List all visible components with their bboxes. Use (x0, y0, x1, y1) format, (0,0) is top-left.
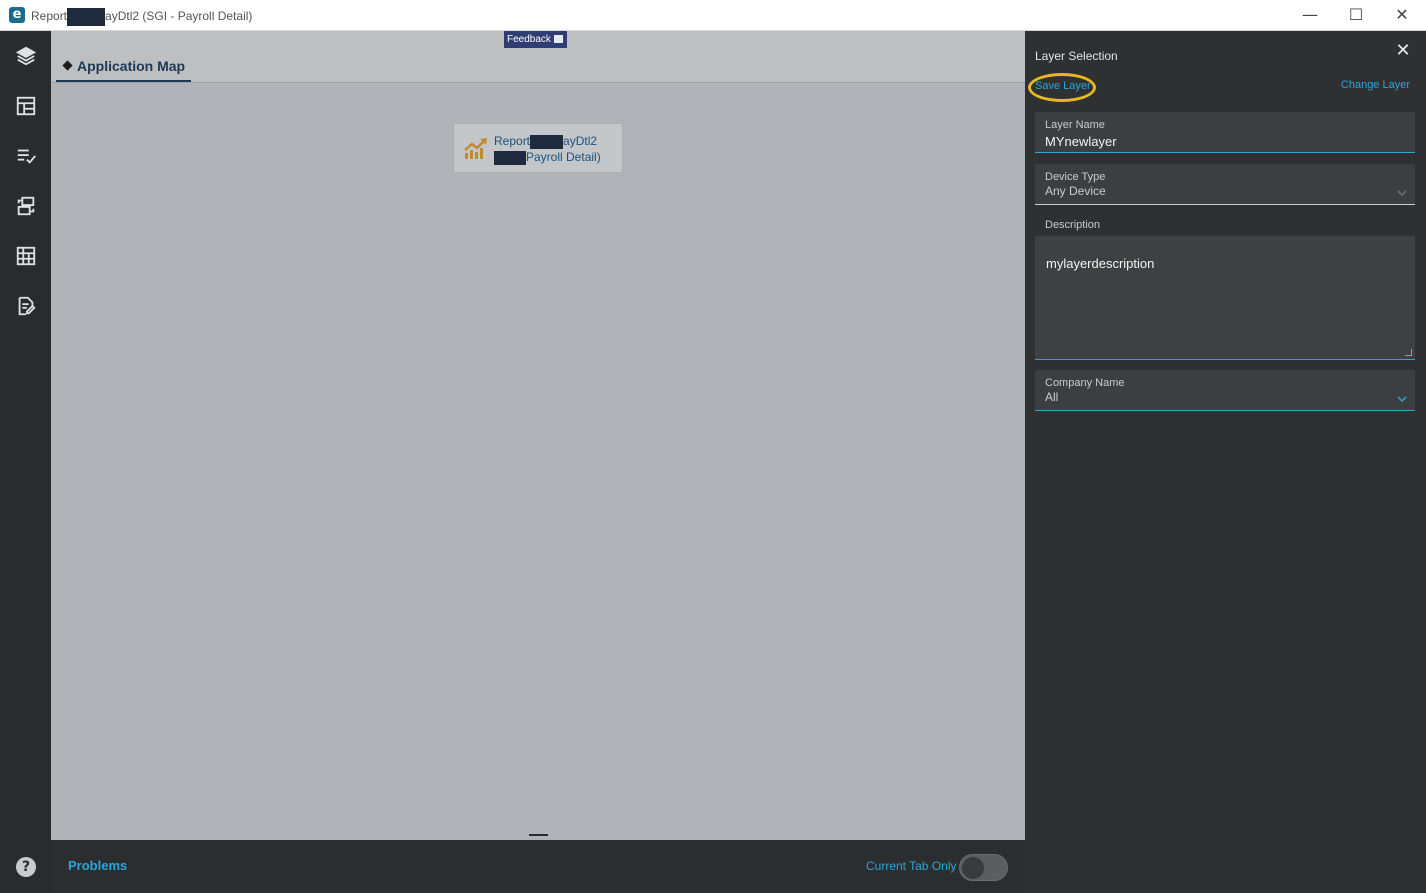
transfer-icon[interactable] (13, 193, 39, 219)
description-textarea[interactable]: mylayerdescription (1035, 236, 1415, 360)
left-nav-rail: ? (0, 31, 51, 893)
app-logo-icon: e (9, 7, 25, 23)
device-type-select[interactable]: Device Type Any Device (1035, 164, 1415, 205)
close-panel-icon[interactable]: ✕ (1393, 41, 1413, 61)
save-layer-button[interactable]: Save Layer (1035, 80, 1091, 92)
panel-title: Layer Selection (1035, 49, 1118, 63)
edit-document-icon[interactable] (13, 293, 39, 319)
layout-icon[interactable] (13, 93, 39, 119)
toggle-knob (962, 857, 984, 879)
feedback-button[interactable]: Feedback (504, 31, 567, 48)
change-layer-button[interactable]: Change Layer (1341, 79, 1410, 91)
resize-handle[interactable] (529, 834, 548, 836)
trend-up-icon (464, 138, 487, 159)
close-window-button[interactable]: ✕ (1379, 0, 1425, 30)
application-map-canvas: Feedback Application Map Report ayDtl2 Pa… (51, 31, 1025, 840)
layer-name-field[interactable]: Layer Name MYnewlayer (1035, 112, 1415, 153)
tab-strip: Feedback Application Map (51, 31, 1025, 83)
tab-application-map[interactable]: Application Map (56, 56, 192, 82)
window-title: Report ayDtl2 (SGI - Payroll Detail) (31, 8, 252, 26)
window-titlebar: e Report ayDtl2 (SGI - Payroll Detail) — … (0, 0, 1426, 31)
layer-name-label: Layer Name (1045, 119, 1105, 131)
device-type-label: Device Type (1045, 171, 1106, 183)
resize-grip-icon[interactable] (1405, 349, 1412, 356)
layers-icon (62, 60, 73, 71)
current-tab-only-label: Current Tab Only (866, 859, 957, 873)
report-node-label: Report ayDtl2 Payroll Detail) (494, 134, 601, 165)
report-node[interactable]: Report ayDtl2 Payroll Detail) (453, 123, 623, 173)
current-tab-only-toggle[interactable] (959, 854, 1008, 881)
description-field: Description mylayerdescription (1035, 214, 1415, 360)
company-name-label: Company Name (1045, 377, 1125, 389)
table-grid-icon[interactable] (13, 243, 39, 269)
device-type-value: Any Device (1045, 184, 1106, 198)
company-name-value: All (1045, 390, 1059, 404)
chevron-down-icon[interactable] (1397, 185, 1407, 197)
help-icon[interactable]: ? (16, 857, 36, 877)
problems-tab[interactable]: Problems (68, 858, 127, 873)
minimize-button[interactable]: — (1287, 0, 1333, 30)
layer-selection-panel: Layer Selection ✕ Save Layer Change Laye… (1025, 31, 1426, 893)
description-label: Description (1045, 219, 1101, 231)
chevron-down-icon[interactable] (1397, 391, 1407, 403)
chat-bubble-icon (554, 35, 563, 43)
checklist-icon[interactable] (13, 143, 39, 169)
layer-name-value[interactable]: MYnewlayer (1045, 134, 1117, 149)
description-value: mylayerdescription (1046, 256, 1155, 271)
maximize-button[interactable]: ☐ (1333, 0, 1379, 30)
company-name-select[interactable]: Company Name All (1035, 370, 1415, 411)
problems-bar: Problems Current Tab Only (51, 840, 1025, 893)
layers-icon[interactable] (13, 43, 39, 69)
